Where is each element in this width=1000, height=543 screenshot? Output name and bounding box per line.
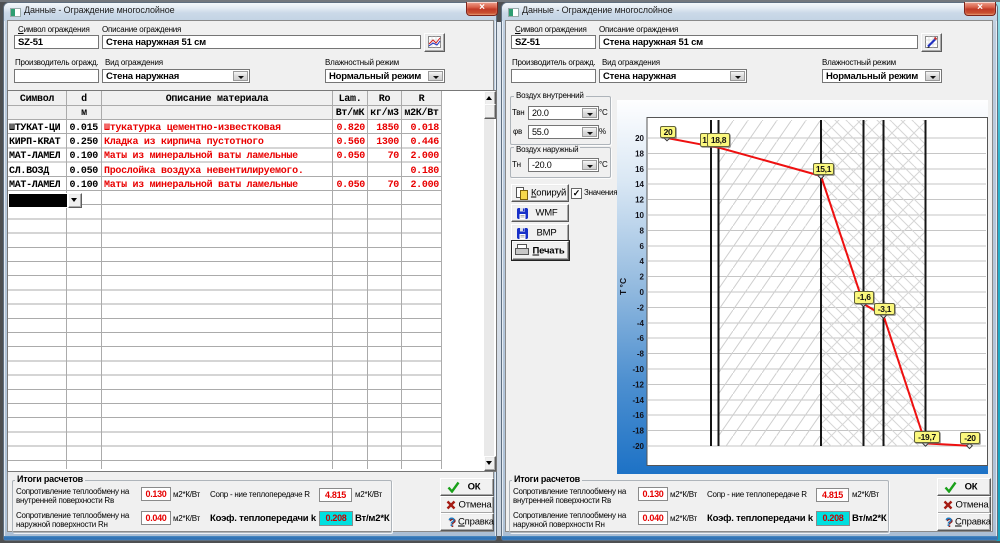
svg-text:-12: -12: [632, 380, 644, 389]
svg-text:-14: -14: [632, 396, 644, 405]
svg-text:14: 14: [635, 180, 644, 189]
svg-text:-4: -4: [637, 319, 645, 328]
svg-text:0: 0: [640, 288, 645, 297]
svg-text:12: 12: [635, 196, 644, 205]
svg-text:20: 20: [635, 134, 644, 143]
svg-text:8: 8: [640, 226, 645, 235]
svg-text:-20: -20: [632, 442, 644, 451]
svg-text:-8: -8: [637, 350, 645, 359]
svg-text:-6: -6: [637, 334, 645, 343]
svg-text:T °C: T °C: [618, 278, 628, 295]
svg-text:16: 16: [635, 165, 644, 174]
svg-text:2: 2: [640, 273, 645, 282]
svg-text:18: 18: [635, 149, 644, 158]
svg-text:-10: -10: [632, 365, 644, 374]
svg-text:-16: -16: [632, 411, 644, 420]
svg-text:-18: -18: [632, 427, 644, 436]
svg-text:6: 6: [640, 242, 645, 251]
svg-text:10: 10: [635, 211, 644, 220]
svg-text:4: 4: [640, 257, 645, 266]
svg-text:-2: -2: [637, 303, 645, 312]
